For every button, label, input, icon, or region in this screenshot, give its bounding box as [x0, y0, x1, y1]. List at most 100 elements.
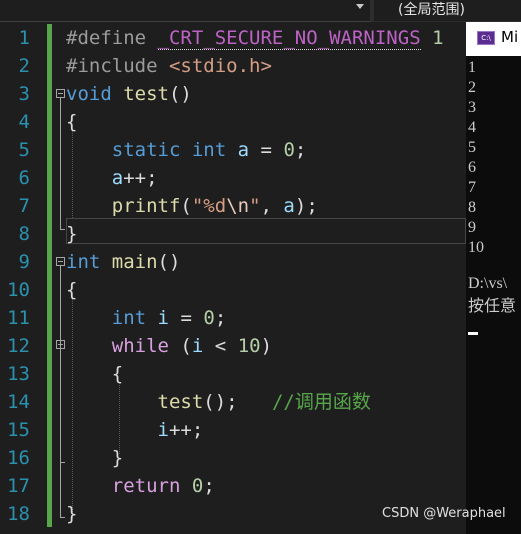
number-literal: 10	[237, 335, 261, 357]
line-number: 3	[18, 83, 30, 105]
outline-line	[60, 349, 61, 462]
number-literal: 0	[283, 139, 295, 161]
code-editor[interactable]: 1 2 3 4 5 6 7 8 9 10 11 12 13 14 15 16 17 18 #define _CRT…	[0, 22, 466, 534]
outline-line	[60, 98, 61, 229]
operator: ++;	[168, 419, 204, 441]
line-number: 12	[7, 335, 30, 357]
punctuation: ,	[260, 195, 284, 217]
number-literal: 0	[203, 307, 215, 329]
punctuation: ();	[203, 391, 238, 413]
console-cursor	[468, 332, 478, 335]
change-tracking-bar	[47, 24, 52, 527]
punctuation: )	[260, 335, 273, 357]
code-line-10: {	[66, 276, 77, 304]
code-line-17: return 0;	[66, 472, 215, 500]
navigation-bar: (全局范围)	[0, 0, 521, 22]
code-line-18: }	[66, 500, 77, 528]
line-number: 2	[18, 55, 30, 77]
function-name: test	[123, 83, 169, 105]
preprocessor-directive: #define	[66, 27, 147, 49]
collapse-main-icon[interactable]	[56, 257, 65, 266]
variable: a	[111, 167, 124, 189]
scope-dropdown[interactable]: (全局范围)	[374, 0, 521, 21]
member-dropdown[interactable]	[0, 0, 370, 22]
operator: ++;	[123, 167, 158, 189]
console-output-line: 10	[468, 239, 484, 256]
line-number: 8	[18, 223, 30, 245]
line-number: 15	[7, 419, 30, 441]
outline-end	[60, 229, 65, 230]
console-prompt-line: 按任意	[468, 296, 517, 315]
collapse-while-icon[interactable]	[56, 340, 65, 349]
line-number: 16	[7, 447, 30, 469]
code-line-2: #include <stdio.h>	[66, 52, 272, 80]
console-title: Mi	[501, 28, 519, 46]
include-header: <stdio.h>	[168, 55, 272, 77]
line-number: 11	[7, 307, 30, 329]
console-output-line: 4	[468, 119, 476, 136]
code-line-12: while (i < 10)	[66, 332, 272, 360]
keyword: int	[66, 251, 101, 273]
brace: }	[66, 223, 78, 245]
console-output-line: 6	[468, 159, 476, 176]
brace: }	[111, 447, 124, 469]
code-line-9: int main()	[66, 248, 180, 276]
number-literal: 0	[191, 475, 204, 497]
collapse-test-icon[interactable]	[56, 89, 65, 98]
code-line-15: i++;	[66, 416, 204, 444]
punctuation: ;	[203, 475, 215, 497]
punctuation: ;	[294, 139, 307, 161]
code-line-8: }	[66, 220, 77, 248]
outline-end	[60, 517, 65, 518]
line-number: 17	[7, 475, 30, 497]
line-number: 5	[18, 139, 30, 161]
debug-console-window[interactable]: C:\ Mi 1 2 3 4 5 6 7 8 9 10 D:\vs\ 按任意	[466, 22, 521, 534]
keyword: static	[111, 139, 181, 161]
watermark: CSDN @Weraphael	[382, 506, 506, 521]
outline-end	[60, 462, 65, 463]
console-output-line: 5	[468, 139, 476, 156]
code-line-11: int i = 0;	[66, 304, 227, 332]
line-number: 1	[18, 27, 30, 49]
function-call: test	[157, 391, 204, 413]
code-line-4: {	[66, 108, 77, 136]
macro-name: _CRT_SECURE_NO_WARNINGS	[157, 27, 421, 50]
code-line-7: printf("%d\n", a);	[66, 192, 318, 220]
function-name: main	[111, 251, 158, 273]
punctuation: );	[294, 195, 318, 217]
current-line-highlight	[66, 218, 466, 244]
keyword: while	[111, 335, 169, 357]
line-number: 18	[7, 503, 30, 525]
punctuation: (	[180, 195, 192, 217]
console-app-icon: C:\	[477, 31, 495, 45]
variable: i	[157, 419, 169, 441]
console-output-line: 7	[468, 179, 476, 196]
brace: {	[111, 363, 124, 385]
code-line-5: static int a = 0;	[66, 136, 307, 164]
line-number: 4	[18, 111, 30, 133]
keyword: return	[111, 475, 181, 497]
function-call: printf	[111, 195, 181, 217]
code-line-6: a++;	[66, 164, 158, 192]
line-number: 13	[7, 363, 30, 385]
punctuation: ()	[168, 83, 192, 105]
comment: //调用函数	[271, 391, 371, 413]
brace: {	[66, 111, 78, 133]
console-output-line: 3	[468, 99, 476, 116]
line-number: 9	[18, 251, 30, 273]
punctuation: (	[180, 335, 192, 357]
console-output-line: 8	[468, 199, 476, 216]
string-literal: "%d	[191, 195, 227, 217]
preprocessor-directive: #include	[66, 55, 158, 77]
chevron-down-icon[interactable]	[356, 4, 364, 9]
brace: {	[66, 279, 78, 301]
code-line-16: }	[66, 444, 123, 472]
operator: <	[214, 335, 227, 357]
variable: a	[283, 195, 295, 217]
console-output-line: 9	[468, 219, 476, 236]
operator: =	[260, 139, 272, 161]
variable: i	[157, 307, 169, 329]
console-path-line: D:\vs\	[468, 275, 508, 292]
console-title-bar[interactable]: C:\ Mi	[466, 22, 521, 56]
variable: a	[237, 139, 250, 161]
